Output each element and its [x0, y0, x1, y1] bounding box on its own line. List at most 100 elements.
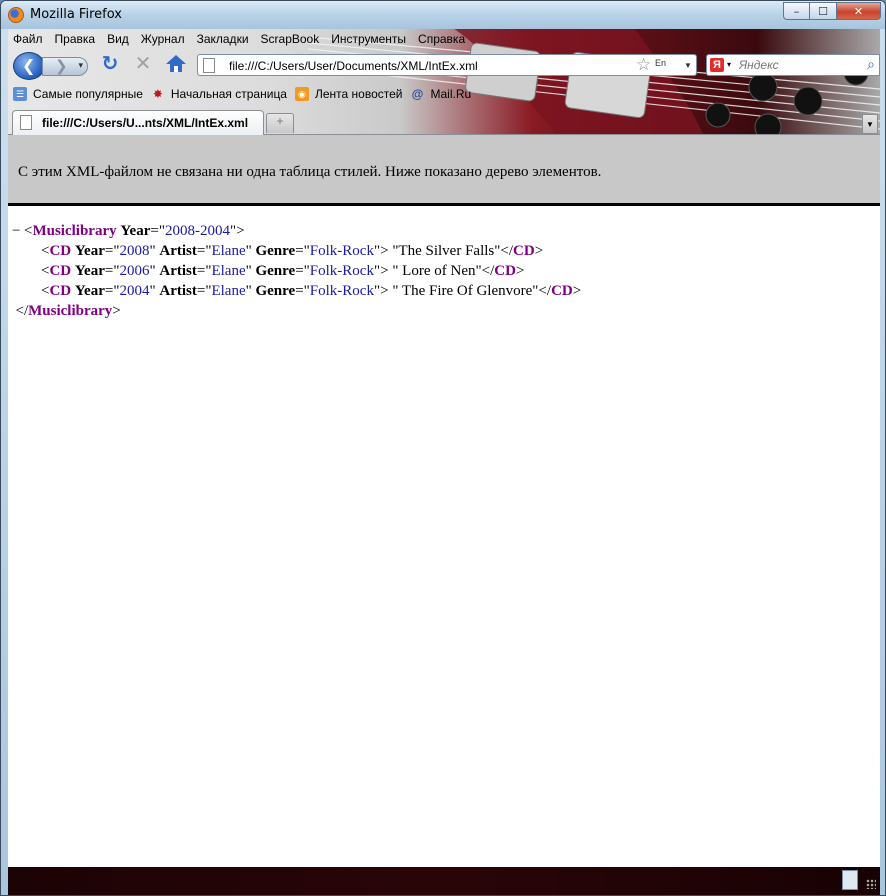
root-close-line: </Musiclibrary>: [8, 303, 121, 319]
cd-line: <CD Year="2004" Artist="Elane" Genre="Fo…: [41, 283, 582, 299]
tag-name: CD: [49, 283, 72, 299]
history-dropdown-icon[interactable]: ▾: [78, 60, 83, 71]
title-bar[interactable]: Mozilla Firefox – ☐ ✕: [1, 1, 885, 29]
tag-name: CD: [551, 283, 573, 299]
browser-chrome: Файл Правка Вид Журнал Закладки ScrapBoo…: [8, 29, 880, 135]
cd-text: " The Fire Of Glenvore": [392, 283, 539, 299]
close-button[interactable]: ✕: [837, 2, 881, 20]
bookmark-start-page[interactable]: ✸ Начальная страница: [151, 87, 287, 101]
tag-name: CD: [49, 243, 72, 259]
page-icon: [20, 115, 32, 130]
address-bar[interactable]: file:///C:/Users/User/Documents/XML/IntE…: [197, 54, 697, 76]
bookmark-most-visited[interactable]: ☰ Самые популярные: [13, 87, 143, 101]
bookmark-star-icon[interactable]: ☆: [636, 55, 651, 75]
back-button[interactable]: ❮: [13, 52, 45, 80]
page-icon: [203, 58, 215, 73]
attr-name: Year: [74, 243, 105, 259]
xml-info-text: С этим XML-файлом не связана ни одна таб…: [18, 164, 602, 180]
attr-value: Folk-Rock: [309, 283, 374, 299]
tab-list-button[interactable]: ▼: [862, 114, 878, 134]
bookmarks-toolbar: ☰ Самые популярные ✸ Начальная страница ◉ Л…: [8, 83, 880, 105]
menu-help[interactable]: Справка: [418, 32, 465, 46]
attr-name: Artist: [159, 243, 197, 259]
attr-name: Genre: [255, 243, 296, 259]
attr-value: Folk-Rock: [309, 263, 374, 279]
attr-value: Folk-Rock: [309, 243, 374, 259]
attr-value: 2008: [119, 243, 150, 259]
tag-name: CD: [494, 263, 516, 279]
menu-edit[interactable]: Правка: [55, 32, 96, 46]
forward-button[interactable]: ❯ ▾: [42, 57, 88, 76]
search-engine-selector[interactable]: Я ▾: [706, 54, 736, 76]
attr-name: Year: [74, 283, 105, 299]
language-indicator: En: [655, 58, 667, 68]
tab-strip: file:///C:/Users/U...nts/XML/IntEx.xml +…: [8, 107, 880, 135]
home-icon[interactable]: [165, 53, 187, 75]
cd-text: "The Silver Falls": [392, 243, 501, 259]
xml-tree: − <Musiclibrary Year="2008-2004"> <CD Yea…: [8, 221, 581, 321]
start-page-icon: ✸: [152, 87, 163, 101]
reload-icon[interactable]: ↻: [99, 53, 121, 75]
attr-value: Elane: [211, 283, 246, 299]
rss-icon: ◉: [294, 87, 309, 101]
attr-name: Artist: [159, 283, 197, 299]
plus-icon: +: [276, 114, 284, 128]
minimize-button[interactable]: –: [783, 2, 810, 20]
window-controls: – ☐ ✕: [783, 2, 881, 20]
status-page-icon[interactable]: [842, 870, 858, 890]
status-bar: [8, 867, 880, 895]
cd-line: <CD Year="2006" Artist="Elane" Genre="Fo…: [41, 263, 525, 279]
attr-value: 2004: [119, 283, 150, 299]
tag-name: CD: [49, 263, 72, 279]
menu-file[interactable]: Файл: [13, 32, 43, 46]
bookmark-mail-ru[interactable]: @ Mail.Ru: [410, 87, 472, 101]
root-open-line: − <Musiclibrary Year="2008-2004">: [8, 221, 581, 241]
menu-history[interactable]: Журнал: [141, 32, 185, 46]
menu-bookmarks[interactable]: Закладки: [197, 32, 249, 46]
new-tab-button[interactable]: +: [266, 113, 294, 133]
chevron-down-icon: ▾: [727, 60, 732, 69]
cd-line: <CD Year="2008" Artist="Elane" Genre="Fo…: [41, 243, 544, 259]
attr-name: Genre: [255, 263, 296, 279]
menu-scrapbook[interactable]: ScrapBook: [261, 32, 320, 46]
attr-name: Genre: [255, 283, 296, 299]
bookmark-news-feed[interactable]: ◉ Лента новостей: [294, 87, 402, 101]
bookmark-label: Mail.Ru: [430, 87, 472, 101]
tab-active[interactable]: file:///C:/Users/U...nts/XML/IntEx.xml: [12, 110, 264, 135]
url-dropdown-icon[interactable]: ▼: [684, 61, 692, 70]
maximize-button[interactable]: ☐: [810, 2, 837, 20]
tag-name: Musiclibrary: [28, 303, 113, 319]
url-text[interactable]: file:///C:/Users/User/Documents/XML/IntE…: [229, 59, 478, 73]
xml-info-banner: С этим XML-файлом не связана ни одна таб…: [8, 135, 880, 206]
tag-name: CD: [513, 243, 535, 259]
search-input[interactable]: [739, 57, 854, 73]
collapse-toggle[interactable]: −: [8, 221, 24, 241]
resize-grip[interactable]: [866, 879, 876, 889]
menu-tools[interactable]: Инструменты: [331, 32, 406, 46]
navigation-toolbar: ❮ ❯ ▾ ↻ ✕ file:///C:/Users/User/Documents…: [8, 49, 880, 81]
forward-arrow-icon: ❯: [55, 58, 68, 75]
menu-bar: Файл Правка Вид Журнал Закладки ScrapBoo…: [8, 29, 880, 49]
attr-name: Year: [120, 223, 151, 239]
page-content: С этим XML-файлом не связана ни одна таб…: [8, 135, 880, 867]
attr-value: 2008-2004: [164, 223, 230, 239]
attr-value: 2006: [119, 263, 150, 279]
browser-window: Mozilla Firefox – ☐ ✕ Файл Правка Вид Жу…: [0, 0, 886, 896]
attr-value: Elane: [211, 243, 246, 259]
tag-name: Musiclibrary: [32, 223, 117, 239]
attr-name: Artist: [159, 263, 197, 279]
mail-ru-icon: @: [411, 87, 424, 101]
menu-view[interactable]: Вид: [107, 32, 129, 46]
most-visited-icon: ☰: [13, 87, 27, 101]
bookmark-label: Самые популярные: [33, 87, 143, 101]
firefox-icon: [8, 7, 24, 23]
tab-label: file:///C:/Users/U...nts/XML/IntEx.xml: [42, 116, 249, 130]
bookmark-label: Начальная страница: [170, 87, 287, 101]
cd-text: " Lore of Nen": [392, 263, 482, 279]
search-box[interactable]: ⌕: [735, 54, 880, 76]
stop-icon[interactable]: ✕: [132, 53, 154, 75]
window-title: Mozilla Firefox: [30, 7, 122, 22]
search-icon[interactable]: ⌕: [867, 56, 875, 73]
yandex-icon: Я: [710, 58, 724, 72]
attr-value: Elane: [211, 263, 246, 279]
